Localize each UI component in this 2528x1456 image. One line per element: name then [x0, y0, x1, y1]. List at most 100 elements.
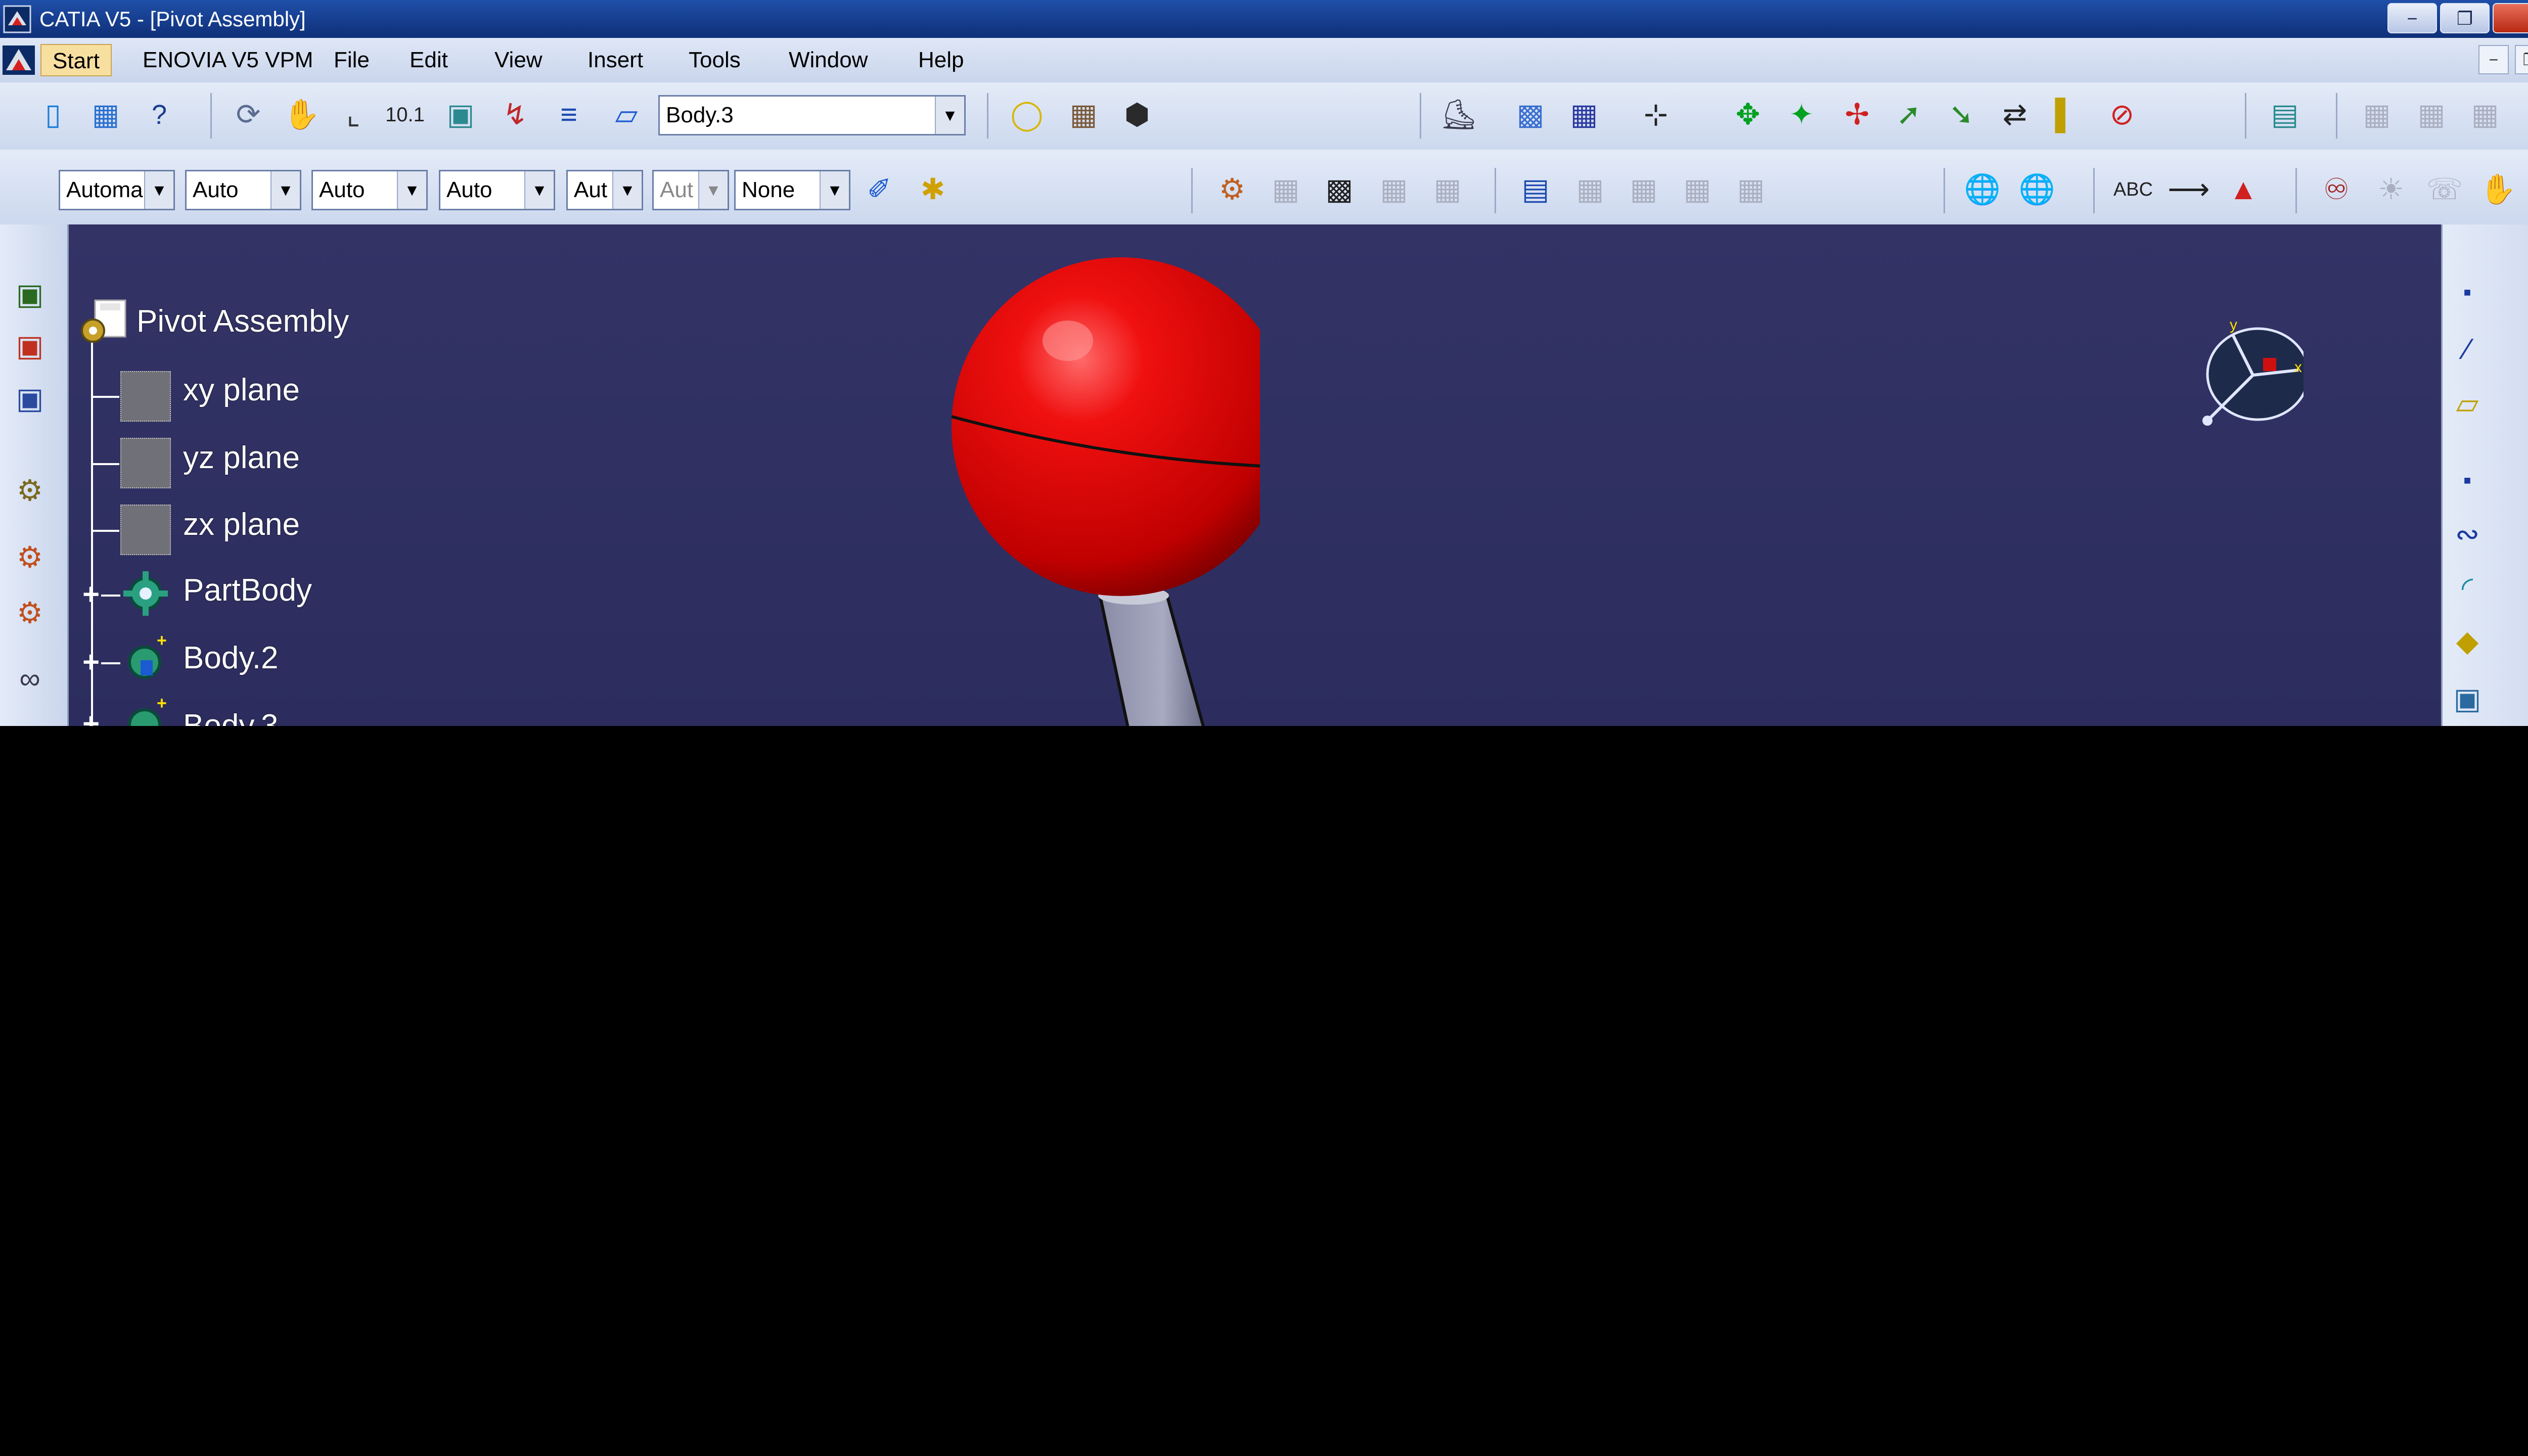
tree-item-yz-plane[interactable]: yz plane: [183, 440, 300, 476]
catia-app-icon[interactable]: [3, 5, 31, 33]
pointer-icon[interactable]: ➚: [1889, 95, 1928, 134]
tree-item-body-2[interactable]: Body.2: [183, 640, 278, 676]
whats-this-icon[interactable]: ?: [140, 95, 179, 134]
menu-edit[interactable]: Edit: [405, 44, 452, 76]
line-icon[interactable]: ∕: [2448, 330, 2487, 369]
text-icon[interactable]: ABC: [2113, 170, 2153, 209]
menu-tools[interactable]: Tools: [685, 44, 745, 76]
global-icon[interactable]: 🌐: [1963, 170, 2002, 209]
flip-icon[interactable]: ⇄: [1995, 95, 2035, 134]
global2-icon[interactable]: 🌐: [2017, 170, 2057, 209]
expand-icon[interactable]: +: [80, 580, 102, 609]
point-symbol-combo[interactable]: Aut ▼: [566, 170, 643, 210]
tree-root-label[interactable]: Pivot Assembly: [137, 303, 349, 339]
axis-icon[interactable]: ⌞: [334, 95, 373, 134]
chevron-down-icon[interactable]: ▼: [524, 171, 554, 209]
graph-tree-icon[interactable]: ⚙: [10, 594, 50, 633]
grid-icon[interactable]: ▦: [1564, 95, 1604, 134]
arrow-annotation-icon[interactable]: ⟶: [2168, 170, 2209, 209]
menu-start[interactable]: Start: [40, 44, 112, 76]
plane-icon[interactable]: [120, 505, 171, 555]
surface-icon[interactable]: ◜: [2448, 568, 2487, 608]
body-icon[interactable]: +: [120, 632, 171, 688]
chevron-down-icon[interactable]: ▼: [820, 171, 849, 209]
chevron-down-icon[interactable]: ▼: [612, 171, 642, 209]
transform-icon[interactable]: ▩: [1320, 170, 1359, 209]
expand-icon[interactable]: +: [80, 709, 102, 726]
snap-icon[interactable]: ✢: [1837, 95, 1877, 134]
cylinder-icon[interactable]: ◯: [1007, 95, 1047, 134]
new-part-icon[interactable]: ▯: [33, 95, 73, 134]
point-icon[interactable]: ■: [2448, 273, 2487, 312]
menu-insert[interactable]: Insert: [583, 44, 647, 76]
existing-component-icon[interactable]: ⚙: [10, 471, 50, 511]
pan-icon[interactable]: ✋: [282, 95, 322, 134]
menu-help[interactable]: Help: [914, 44, 968, 76]
sketch-icon[interactable]: ▣: [441, 95, 480, 134]
fly-icon[interactable]: ⛸: [1439, 95, 1478, 134]
transparency-combo[interactable]: Auto ▼: [185, 170, 301, 210]
constraint-icon[interactable]: ↯: [495, 95, 535, 134]
rendering-style-combo[interactable]: None ▼: [734, 170, 850, 210]
replace-icon[interactable]: ⚙: [10, 538, 50, 577]
part-icon[interactable]: ▣: [10, 379, 50, 419]
rotate-icon[interactable]: ⟳: [229, 95, 268, 134]
tree-item-body-3[interactable]: Body.3: [183, 708, 278, 726]
menu-view[interactable]: View: [490, 44, 547, 76]
point2-icon[interactable]: ■: [2448, 461, 2487, 500]
line-thickness-combo[interactable]: Auto ▼: [311, 170, 428, 210]
mdi-restore-button[interactable]: ❐: [2515, 45, 2528, 74]
chevron-down-icon[interactable]: ▼: [144, 171, 173, 209]
3d-viewport[interactable]: Pivot Assembly xy plane yz plane zx plan…: [69, 224, 2441, 726]
paint-icon[interactable]: ✐: [860, 170, 899, 209]
move-icon[interactable]: ✥: [1728, 95, 1768, 134]
spray-icon[interactable]: ✱: [913, 170, 953, 209]
move2-icon[interactable]: ✦: [1782, 95, 1821, 134]
chevron-down-icon[interactable]: ▼: [397, 171, 426, 209]
plane-icon[interactable]: ▱: [607, 95, 646, 134]
tree-item-partbody[interactable]: PartBody: [183, 572, 312, 608]
body-icon[interactable]: +: [120, 695, 171, 726]
compass-widget[interactable]: y x: [2202, 314, 2304, 436]
menu-enovia[interactable]: ENOVIA V5 VPM: [139, 44, 317, 76]
current-body-combo[interactable]: Body.3 ▼: [658, 95, 966, 135]
analysis-icon[interactable]: ⚙: [1212, 170, 1252, 209]
delete-icon[interactable]: ⊘: [2102, 95, 2142, 134]
frame-icon[interactable]: ▩: [1511, 95, 1550, 134]
texture-icon[interactable]: ▦: [1064, 95, 1103, 134]
catia-start-icon[interactable]: [2, 45, 35, 75]
properties-icon[interactable]: ▤: [1516, 170, 1555, 209]
spline-icon[interactable]: ∾: [2448, 515, 2487, 554]
tree-item-xy-plane[interactable]: xy plane: [183, 372, 300, 408]
line-type-combo[interactable]: Auto ▼: [439, 170, 555, 210]
minimize-button[interactable]: −: [2387, 3, 2437, 33]
material-icon[interactable]: ▲: [2224, 170, 2263, 209]
measure-icon[interactable]: 10.1: [385, 95, 425, 134]
tree-item-zx-plane[interactable]: zx plane: [183, 507, 300, 542]
restore-button[interactable]: ❐: [2440, 3, 2490, 33]
zoom-fit-icon[interactable]: ⊹: [1636, 95, 1676, 134]
plane-icon[interactable]: ▱: [2448, 384, 2487, 424]
manipulation-icon[interactable]: ∞: [10, 659, 50, 699]
expand-icon[interactable]: +: [80, 648, 102, 677]
chevron-down-icon[interactable]: ▼: [935, 97, 964, 134]
layer-icon[interactable]: ▤: [2265, 95, 2305, 134]
menu-window[interactable]: Window: [785, 44, 872, 76]
arrow-icon[interactable]: ➘: [1942, 95, 1981, 134]
plane-icon[interactable]: [120, 371, 171, 422]
list-icon[interactable]: ≡: [549, 95, 589, 134]
catalog-icon[interactable]: ▦: [86, 95, 125, 134]
pivot-model[interactable]: [855, 245, 1260, 726]
solid-icon[interactable]: ▣: [2448, 679, 2487, 719]
render-icon[interactable]: ⬢: [1117, 95, 1157, 134]
partbody-icon[interactable]: [120, 568, 171, 619]
color-combo[interactable]: Automa ▼: [59, 170, 175, 210]
menu-file[interactable]: File: [330, 44, 374, 76]
close-button[interactable]: ✕: [2493, 3, 2528, 33]
product-root-icon[interactable]: [77, 298, 138, 354]
chevron-down-icon[interactable]: ▼: [270, 171, 300, 209]
plane-icon[interactable]: [120, 438, 171, 488]
chart-icon[interactable]: ▌: [2046, 95, 2085, 134]
extrude-icon[interactable]: ◆: [2448, 622, 2487, 661]
manipulate-icon[interactable]: ♾: [2317, 170, 2356, 209]
